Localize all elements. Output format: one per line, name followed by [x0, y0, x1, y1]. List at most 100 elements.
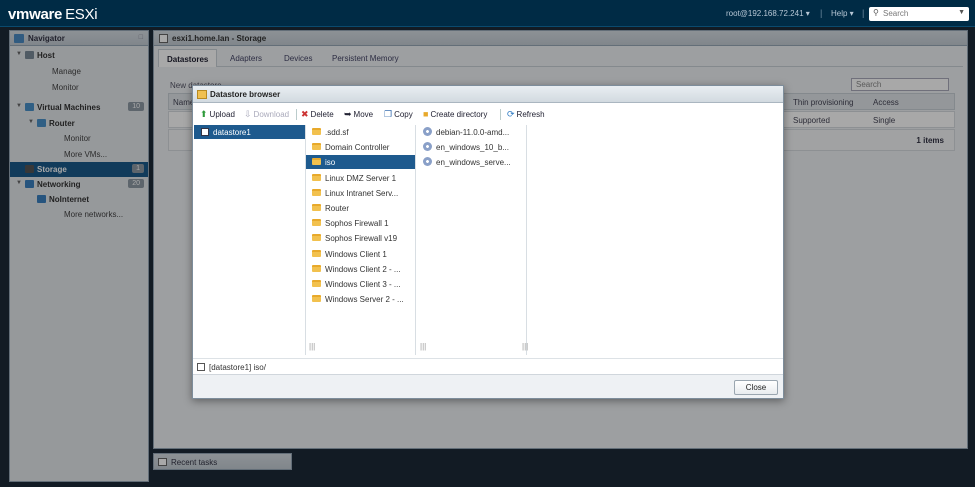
file-item[interactable]: en_windows_10_b...: [417, 140, 526, 154]
search-placeholder: Search: [883, 9, 909, 18]
item-label: datastore1: [213, 128, 251, 137]
folder-icon: [312, 188, 321, 196]
folder-item[interactable]: Router: [306, 201, 415, 215]
top-separator: |: [820, 8, 823, 18]
disc-image-icon: [423, 157, 432, 167]
folder-icon: [312, 158, 321, 166]
create-directory-button[interactable]: ■ Create directory: [423, 109, 487, 119]
chevron-down-icon[interactable]: ▼: [958, 9, 965, 16]
upload-icon: ⬆: [200, 109, 208, 119]
close-button[interactable]: Close: [734, 380, 778, 395]
folder-icon: [312, 295, 321, 303]
datastore-icon: [197, 363, 205, 371]
item-label: Windows Client 2 - ...: [325, 264, 401, 274]
global-search-input[interactable]: ⚲ Search ▼: [869, 7, 969, 21]
disc-image-icon: [423, 142, 432, 152]
dialog-footer: Close: [193, 374, 783, 398]
refresh-icon: ⟳: [507, 109, 515, 119]
toolbar-separator: [296, 109, 297, 120]
folder-item[interactable]: Windows Client 3 - ...: [306, 277, 415, 291]
folder-icon: [312, 219, 321, 227]
item-label: Linux DMZ Server 1: [325, 173, 397, 183]
file-column: ||| debian-11.0.0-amd... en_windows_10_b.…: [417, 125, 527, 355]
datastore-column: datastore1: [194, 125, 306, 355]
copy-icon: ❐: [384, 109, 393, 119]
move-icon: ➥: [344, 109, 352, 119]
column-scroll-handle[interactable]: |||: [522, 342, 528, 351]
item-label: Sophos Firewall v19: [325, 234, 398, 244]
vmware-esxi-logo: vmware ESXi: [8, 6, 98, 23]
folder-column: ||| .sdd.sf Domain Controller iso Linux DMZ…: [306, 125, 416, 355]
upload-button[interactable]: ⬆ Upload: [200, 109, 235, 120]
folder-icon: [312, 280, 321, 287]
file-item[interactable]: debian-11.0.0-amd...: [417, 125, 526, 139]
folder-item[interactable]: Windows Server 2 - ...: [306, 292, 415, 306]
datastore-browser-dialog: Datastore browser ⬆ Upload ⇩ Download ✖ Del…: [192, 85, 784, 399]
download-label: Download: [253, 110, 290, 119]
create-directory-label: Create directory: [430, 110, 488, 119]
disc-image-icon: [423, 127, 432, 136]
refresh-label: Refresh: [516, 110, 545, 119]
folder-icon: [312, 204, 321, 211]
datastore-item[interactable]: datastore1: [194, 125, 305, 139]
file-item[interactable]: en_windows_serve...: [417, 155, 526, 169]
datastore-browser-icon: [197, 90, 207, 99]
download-button[interactable]: ⇩ Download: [244, 109, 289, 120]
item-label: en_windows_10_b...: [436, 143, 509, 153]
copy-label: Copy: [394, 110, 413, 119]
folder-icon: [312, 264, 321, 272]
logo-product: ESXi: [65, 6, 98, 23]
item-label: Sophos Firewall 1: [325, 219, 389, 229]
move-label: Move: [353, 110, 374, 119]
folder-icon: [312, 249, 321, 257]
folder-icon: [312, 143, 321, 151]
folder-item[interactable]: Windows Client 2 - ...: [306, 262, 415, 276]
item-label: Windows Server 2 - ...: [325, 295, 404, 305]
top-separator: |: [862, 8, 865, 18]
item-label: debian-11.0.0-amd...: [436, 128, 510, 137]
user-menu[interactable]: root@192.168.72.241 ▾: [726, 9, 810, 18]
folder-icon: [312, 173, 321, 181]
item-label: iso: [325, 158, 336, 168]
download-icon: ⇩: [244, 109, 252, 119]
path-bar: [datastore1] iso/: [193, 358, 783, 374]
empty-column: |||: [522, 125, 638, 355]
folder-item[interactable]: iso: [306, 155, 415, 170]
logo-ware: ware: [29, 6, 63, 23]
datastore-icon: [201, 128, 209, 136]
dialog-title-bar: Datastore browser: [193, 86, 783, 103]
delete-button[interactable]: ✖ Delete: [301, 109, 334, 120]
search-icon: ⚲: [873, 8, 879, 17]
folder-item[interactable]: Sophos Firewall v19: [306, 231, 415, 245]
item-label: Domain Controller: [325, 143, 390, 153]
item-label: .sdd.sf: [325, 128, 349, 137]
item-label: en_windows_serve...: [436, 158, 511, 168]
upload-label: Upload: [209, 110, 235, 119]
toolbar-separator: [500, 109, 501, 120]
folder-item[interactable]: Sophos Firewall 1: [306, 216, 415, 230]
move-button[interactable]: ➥ Move: [344, 109, 373, 120]
item-label: Linux Intranet Serv...: [325, 188, 399, 198]
top-bar: vmware ESXi root@192.168.72.241 ▾ | Help …: [0, 0, 975, 27]
column-scroll-handle[interactable]: |||: [420, 342, 426, 351]
folder-item[interactable]: Domain Controller: [306, 140, 415, 154]
folder-item[interactable]: .sdd.sf: [306, 125, 415, 139]
dialog-title: Datastore browser: [210, 90, 281, 99]
folder-icon: [312, 128, 321, 135]
folder-item[interactable]: Windows Client 1: [306, 247, 415, 261]
delete-label: Delete: [310, 110, 334, 119]
item-label: Windows Client 1: [325, 249, 387, 259]
refresh-button[interactable]: ⟳ Refresh: [507, 109, 545, 120]
item-label: Router: [325, 204, 350, 213]
copy-button[interactable]: ❐ Copy: [384, 109, 413, 120]
folder-plus-icon: ■: [423, 109, 429, 119]
logo-vm: vm: [8, 6, 30, 23]
delete-icon: ✖: [301, 109, 309, 119]
dialog-toolbar: ⬆ Upload ⇩ Download ✖ Delete ➥ Move ❐ Copy ■ C…: [193, 106, 783, 123]
folder-item[interactable]: Linux Intranet Serv...: [306, 186, 415, 200]
help-menu[interactable]: Help ▾: [831, 9, 854, 18]
folder-icon: [312, 234, 321, 242]
current-path: [datastore1] iso/: [209, 363, 266, 372]
folder-item[interactable]: Linux DMZ Server 1: [306, 171, 415, 185]
column-scroll-handle[interactable]: |||: [309, 342, 315, 351]
